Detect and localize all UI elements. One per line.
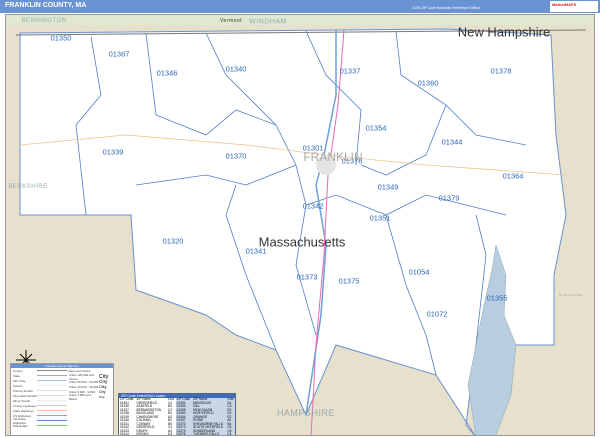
- legend-item-label: Minor Roads: [13, 398, 31, 403]
- table-row: 01344 ERVING D3 01376 TURNERS FALLS C4: [119, 432, 235, 436]
- zip-label: 01346: [156, 68, 178, 78]
- legend-swatch: [37, 424, 67, 427]
- city-size-label: Cities 4,999 and Below: [69, 392, 91, 401]
- region-hampshire: HAMPSHIRE: [276, 408, 336, 418]
- zip-label: 01320: [162, 236, 184, 246]
- table-cell: 01376: [176, 432, 186, 436]
- legend-swatch: [37, 394, 67, 397]
- legend-item: Rail Roads: [11, 423, 67, 428]
- zip-label: 01340: [225, 64, 247, 74]
- zip-label: 01349: [377, 182, 399, 192]
- header-bar: FRANKLIN COUNTY, MA 2026 ZIP Code Busine…: [0, 0, 600, 13]
- zip-index-table: ZIP Code Index/Grid Locator ZIP Code ZIP …: [118, 393, 236, 436]
- state-label-new-hampshire: New Hampshire: [457, 24, 551, 40]
- zip-label: 01344: [441, 137, 463, 147]
- map-legend: Franklin County Map Key County State ZIP C…: [10, 363, 114, 435]
- zip-label: 01072: [426, 309, 448, 319]
- legend-swatch: [37, 389, 67, 392]
- legend-swatch: [37, 414, 67, 417]
- table-cell: C4: [227, 432, 232, 436]
- zip-label: 01054: [408, 267, 430, 277]
- legend-swatch: [37, 379, 67, 382]
- zip-label: 01379: [438, 193, 460, 203]
- legend-swatch: [37, 404, 67, 407]
- legend-item-label: Secondary Roads: [13, 393, 37, 398]
- legend-item-label: ZIP Code: [13, 378, 26, 383]
- region-worcester: WORCESTER: [559, 293, 583, 297]
- top-strip: [6, 15, 594, 25]
- legend-swatch: [37, 409, 67, 412]
- zip-label: 01355: [486, 293, 508, 303]
- zip-label: 01378: [490, 66, 512, 76]
- table-cell: ERVING: [135, 432, 168, 435]
- legend-item-label: Rail Roads: [13, 423, 28, 428]
- edition-label: 2026 ZIP Code Business Reference Edition: [412, 6, 480, 10]
- legend-swatch: [37, 419, 67, 422]
- zip-label: 01337: [339, 66, 361, 76]
- table-cell: D3: [167, 432, 176, 435]
- city-size-label: Cities 10,000 - 49,999: [69, 384, 99, 389]
- legend-swatch: [37, 369, 67, 372]
- zip-label: 01364: [502, 171, 524, 181]
- zip-label: 01375: [338, 276, 360, 286]
- legend-item-label: County: [13, 368, 23, 373]
- state-label-massachusetts: Massachusetts: [258, 234, 346, 250]
- zip-label: 01373: [296, 272, 318, 282]
- legend-swatch: [37, 374, 67, 377]
- legend-item-label: State Highways: [13, 408, 34, 413]
- zip-label: 01367: [108, 49, 130, 59]
- region-bennington: BENNINGTON: [21, 18, 67, 24]
- zip-label: 01351: [369, 213, 391, 223]
- legend-item-label: County Highways: [13, 403, 37, 408]
- city-sample: City: [99, 389, 106, 394]
- legend-city-size: Cities 10,000 - 49,999 City: [67, 384, 113, 389]
- map-canvas[interactable]: 01350 01367 01346 01340 01337 01378 01360 01354…: [5, 14, 595, 436]
- map-title: FRANKLIN COUNTY, MA: [5, 2, 87, 9]
- county-label: FRANKLIN: [303, 150, 363, 164]
- table-cell: TURNERS FALLS: [193, 432, 220, 436]
- zip-label: 01350: [50, 33, 72, 43]
- legend-swatch: [37, 399, 67, 402]
- legend-swatch: [37, 384, 67, 387]
- zip-label: 01342: [302, 201, 324, 211]
- region-vermont: Vermont: [219, 18, 243, 24]
- zip-label: 01370: [225, 151, 247, 161]
- zip-label: 01339: [102, 147, 124, 157]
- zip-label: 01354: [365, 123, 387, 133]
- legend-city-size: Cities 4,999 and Below City: [67, 392, 113, 401]
- brand-logo: MarketMAPS: [550, 1, 598, 12]
- city-size-label: Cities 50,000 - 99,999: [69, 379, 99, 384]
- legend-item-label: Primary Roads: [13, 388, 33, 393]
- table-cell: 01344: [119, 432, 136, 435]
- region-berkshire: BERKSHIRE: [8, 184, 48, 190]
- region-windham: WINDHAM: [249, 18, 287, 26]
- city-sample: City: [99, 394, 105, 399]
- legend-item-label: Streets: [13, 383, 23, 388]
- legend-item-label: State: [13, 373, 21, 378]
- city-sample: City: [99, 384, 107, 389]
- zip-label: 01360: [417, 78, 439, 88]
